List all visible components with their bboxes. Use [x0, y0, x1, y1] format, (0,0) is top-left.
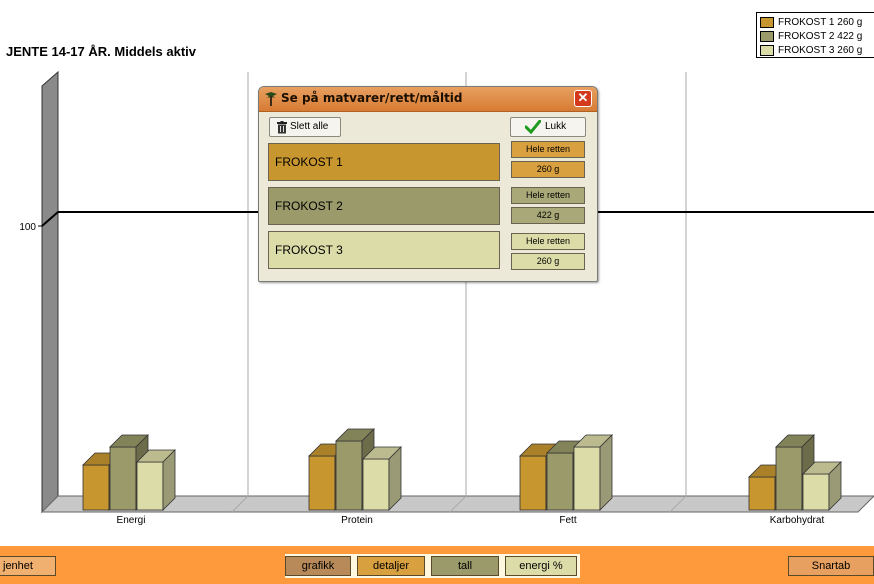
tab-grafikk[interactable]: grafikk: [285, 556, 351, 576]
close-icon[interactable]: ✕: [574, 90, 592, 107]
legend-item-frokost-1: FROKOST 1 260 g: [760, 15, 874, 29]
bar: [546, 452, 574, 511]
bar: [335, 440, 363, 511]
x-tick-label: Energi: [117, 515, 146, 526]
close-label: Lukk: [545, 121, 567, 132]
bar: [748, 476, 776, 511]
amount-field[interactable]: 260 g: [511, 161, 585, 178]
bar: [775, 446, 803, 511]
meal-name: FROKOST 3: [275, 243, 343, 257]
checkmark-icon: [525, 120, 541, 134]
bar: [82, 464, 110, 511]
meal-viewer-dialog: Se på matvarer/rett/måltid ✕ Slett alle …: [258, 86, 598, 282]
tab-detaljer[interactable]: detaljer: [357, 556, 425, 576]
meal-row-frokost-1[interactable]: FROKOST 1: [268, 143, 500, 181]
bar: [308, 455, 336, 511]
y-tick-label: 100: [19, 222, 36, 233]
whole-dish-button[interactable]: Hele retten: [511, 141, 585, 158]
view-tabs: grafikk detaljer tall energi %: [285, 554, 580, 578]
amount-field[interactable]: 260 g: [511, 253, 585, 270]
bottom-toolbar: jenhet grafikk detaljer tall energi % Sn…: [0, 546, 874, 584]
chart-legend: FROKOST 1 260 g FROKOST 2 422 g FROKOST …: [756, 12, 874, 58]
bar: [109, 446, 137, 511]
tab-energi-percent[interactable]: energi %: [505, 556, 577, 576]
bar: [362, 458, 390, 511]
x-tick-label: Karbohydrat: [770, 515, 825, 526]
legend-label: FROKOST 2 422 g: [778, 30, 863, 42]
bar-side: [599, 434, 613, 511]
whole-dish-button[interactable]: Hele retten: [511, 233, 585, 250]
legend-swatch: [760, 16, 774, 28]
dialog-title: Se på matvarer/rett/måltid: [281, 91, 463, 105]
chart-side-wall: [41, 70, 59, 514]
legend-label: FROKOST 3 260 g: [778, 44, 863, 56]
meal-name: FROKOST 2: [275, 199, 343, 213]
legend-label: FROKOST 1 260 g: [778, 16, 863, 28]
dialog-titlebar[interactable]: Se på matvarer/rett/måltid ✕: [259, 87, 597, 112]
bar: [136, 461, 164, 511]
legend-item-frokost-3: FROKOST 3 260 g: [760, 43, 874, 57]
unit-button[interactable]: jenhet: [0, 556, 56, 576]
x-tick-label: Fett: [559, 515, 576, 526]
delete-all-label: Slett alle: [290, 121, 329, 132]
bar: [802, 473, 830, 511]
tab-tall[interactable]: tall: [431, 556, 499, 576]
close-button[interactable]: Lukk: [510, 117, 586, 137]
meal-row-frokost-3[interactable]: FROKOST 3: [268, 231, 500, 269]
meal-name: FROKOST 1: [275, 155, 343, 169]
amount-field[interactable]: 422 g: [511, 207, 585, 224]
bar: [519, 455, 547, 511]
x-tick-label: Protein: [341, 515, 373, 526]
meal-row-frokost-2[interactable]: FROKOST 2: [268, 187, 500, 225]
delete-all-button[interactable]: Slett alle: [269, 117, 341, 137]
legend-swatch: [760, 44, 774, 56]
tree-icon: [265, 92, 277, 106]
trash-icon: [277, 121, 287, 134]
bar: [573, 446, 601, 511]
legend-item-frokost-2: FROKOST 2 422 g: [760, 29, 874, 43]
whole-dish-button[interactable]: Hele retten: [511, 187, 585, 204]
legend-swatch: [760, 30, 774, 42]
quick-button[interactable]: Snartab: [788, 556, 874, 576]
